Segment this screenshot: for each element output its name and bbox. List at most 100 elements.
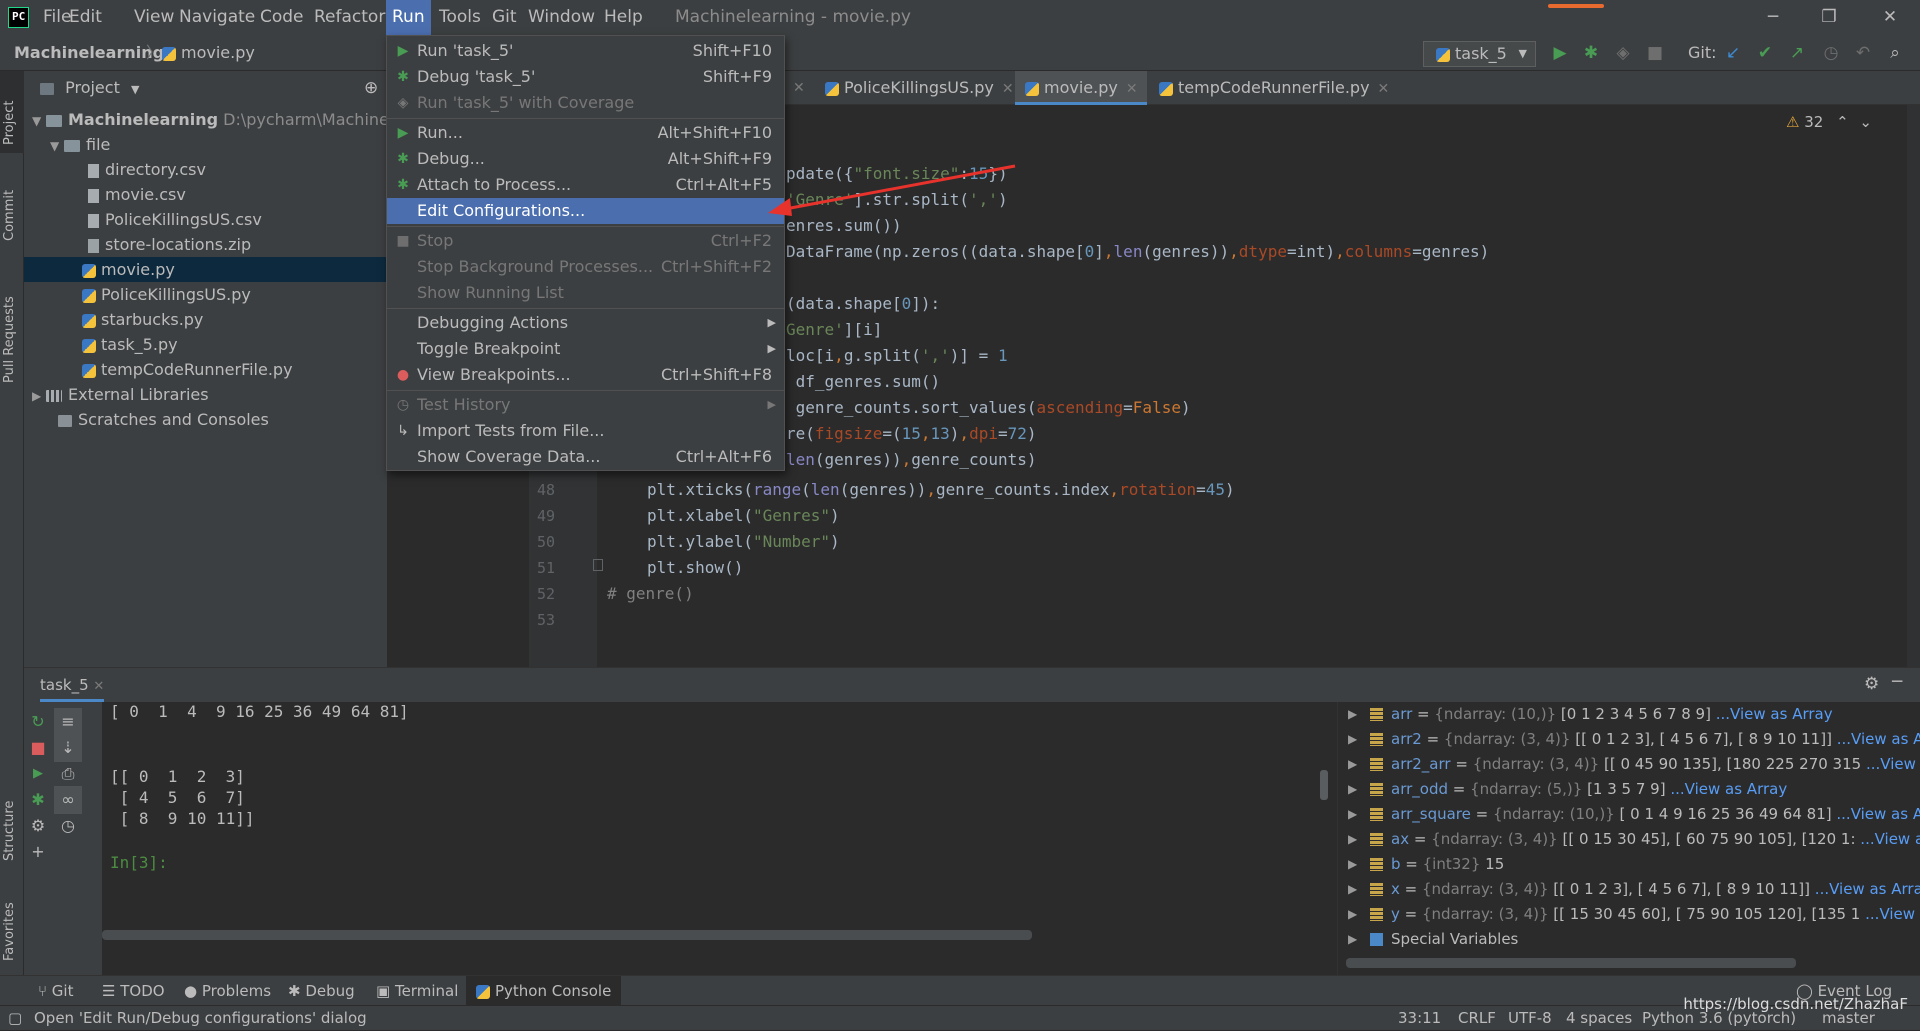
close-tab-icon[interactable]: ✕ bbox=[793, 71, 805, 105]
close-tab-icon[interactable]: ✕ bbox=[1002, 81, 1014, 97]
tool-tab-todo[interactable]: ☰ TODO bbox=[102, 976, 165, 1006]
git-push-icon[interactable]: ↗ bbox=[1786, 42, 1808, 64]
view-as-array-link[interactable]: ...View as Array bbox=[1815, 880, 1920, 898]
add-icon[interactable]: + bbox=[24, 838, 52, 866]
tree-item-file[interactable]: tempCodeRunnerFile.py bbox=[24, 357, 387, 382]
minimize-icon[interactable]: ─ bbox=[1750, 0, 1796, 35]
menu-item-attach[interactable]: ✱ Attach to Process... Ctrl+Alt+F5 bbox=[387, 172, 784, 198]
close-icon[interactable]: ✕ bbox=[1867, 0, 1913, 35]
variable-row[interactable]: ▶ b = {int32} 15 bbox=[1338, 852, 1920, 877]
view-as-array-link[interactable]: ...View as Array bbox=[1860, 830, 1920, 848]
search-icon[interactable]: ⌕ bbox=[1884, 42, 1906, 64]
console-hscrollbar[interactable] bbox=[102, 930, 1032, 940]
side-tab-pull-requests[interactable]: Pull Requests bbox=[2, 263, 22, 383]
git-update-icon[interactable]: ↙ bbox=[1722, 42, 1744, 64]
variable-row[interactable]: ▶ arr_square = {ndarray: (10,)} [ 0 1 4 9… bbox=[1338, 802, 1920, 827]
chevron-right-icon[interactable]: ▶ bbox=[1348, 852, 1357, 877]
chevron-right-icon[interactable]: ▶ bbox=[1348, 927, 1357, 952]
rollback-icon[interactable]: ↶ bbox=[1852, 42, 1874, 64]
tool-tab-debug[interactable]: ✱ Debug bbox=[288, 976, 355, 1006]
settings-icon[interactable]: ⚙ bbox=[24, 812, 52, 840]
variable-row[interactable]: ▶ arr = {ndarray: (10,)} [0 1 2 3 4 5 6 7… bbox=[1338, 702, 1920, 727]
status-panel-icon[interactable]: ▢ bbox=[8, 1006, 22, 1031]
menu-item-debug[interactable]: ✱ Debug... Alt+Shift+F9 bbox=[387, 146, 784, 172]
side-tab-favorites[interactable]: Favorites bbox=[2, 881, 22, 961]
tab-movie[interactable]: movie.py ✕ bbox=[1015, 71, 1147, 105]
close-tab-icon[interactable]: ✕ bbox=[1378, 81, 1390, 97]
tool-tab-python-console[interactable]: Python Console bbox=[466, 976, 622, 1006]
soft-wrap-icon[interactable]: ≡ bbox=[54, 708, 82, 736]
tree-item-file[interactable]: starbucks.py bbox=[24, 307, 387, 332]
tree-item-file[interactable]: store-locations.zip bbox=[24, 232, 387, 257]
variables-hscrollbar[interactable] bbox=[1346, 958, 1796, 968]
menu-tools[interactable]: Tools bbox=[433, 0, 487, 35]
menu-code[interactable]: Code bbox=[254, 0, 310, 35]
menu-edit[interactable]: Edit bbox=[63, 0, 108, 35]
stop-icon[interactable]: ■ bbox=[1644, 42, 1666, 64]
menu-window[interactable]: Window bbox=[522, 0, 601, 35]
chevron-right-icon[interactable]: ▶ bbox=[1348, 752, 1357, 777]
side-tab-structure[interactable]: Structure bbox=[2, 771, 22, 861]
chevron-right-icon[interactable]: ▶ bbox=[1348, 727, 1357, 752]
view-as-array-link[interactable]: ...View as Array bbox=[1837, 730, 1920, 748]
show-variables-icon[interactable]: ∞ bbox=[54, 786, 82, 814]
menu-item-run-coverage[interactable]: ◈ Run 'task_5' with Coverage bbox=[387, 90, 784, 116]
variable-row[interactable]: ▶ y = {ndarray: (3, 4)} [[ 15 30 45 60], … bbox=[1338, 902, 1920, 927]
close-tab-icon[interactable]: ✕ bbox=[1126, 81, 1138, 97]
chevron-down-icon[interactable]: ⌄ bbox=[1859, 113, 1872, 131]
tree-item-external-libraries[interactable]: ▶ External Libraries bbox=[24, 382, 387, 407]
variable-row[interactable]: ▶ x = {ndarray: (3, 4)} [[ 0 1 2 3], [ 4 … bbox=[1338, 877, 1920, 902]
caret-position[interactable]: 33:11 bbox=[1398, 1006, 1441, 1031]
tree-item-file[interactable]: movie.csv bbox=[24, 182, 387, 207]
run-icon[interactable]: ▶ bbox=[24, 760, 52, 788]
breadcrumb-project[interactable]: Machinelearning bbox=[14, 35, 164, 71]
tree-item-file-selected[interactable]: movie.py bbox=[24, 257, 387, 282]
menu-navigate[interactable]: Navigate bbox=[173, 0, 261, 35]
tree-item-scratches[interactable]: Scratches and Consoles bbox=[24, 407, 387, 432]
gear-icon[interactable]: ⚙ bbox=[1864, 674, 1879, 694]
file-encoding[interactable]: UTF-8 bbox=[1508, 1006, 1552, 1031]
chevron-right-icon[interactable]: ▶ bbox=[1348, 902, 1357, 927]
debug-icon[interactable]: ✱ bbox=[24, 786, 52, 814]
view-as-array-link[interactable]: ...View as Array bbox=[1670, 780, 1787, 798]
project-panel-title[interactable]: Project bbox=[65, 78, 120, 97]
console-vscrollbar[interactable] bbox=[1320, 770, 1328, 800]
menu-item-run[interactable]: ▶ Run... Alt+Shift+F10 bbox=[387, 120, 784, 146]
chevron-right-icon[interactable]: ▶ bbox=[1348, 702, 1357, 727]
stop-icon[interactable]: ■ bbox=[24, 734, 52, 762]
run-configuration-select[interactable]: task_5 ▼ bbox=[1423, 41, 1536, 67]
menu-item-test-history[interactable]: ◷ Test History ▶ bbox=[387, 392, 784, 418]
tree-item-folder[interactable]: ▼ file bbox=[24, 132, 387, 157]
close-tab-icon[interactable]: ✕ bbox=[93, 679, 104, 694]
variable-row[interactable]: ▶ ax = {ndarray: (3, 4)} [[ 0 15 30 45], … bbox=[1338, 827, 1920, 852]
menu-item-run-task[interactable]: ▶ Run 'task_5' Shift+F10 bbox=[387, 38, 784, 64]
variable-row[interactable]: ▶ arr2_arr = {ndarray: (3, 4)} [[ 0 45 90… bbox=[1338, 752, 1920, 777]
breadcrumb-file[interactable]: movie.py bbox=[162, 35, 255, 71]
menu-item-debugging-actions[interactable]: Debugging Actions ▶ bbox=[387, 310, 784, 336]
side-tab-project[interactable]: Project bbox=[2, 81, 22, 145]
tree-item-file[interactable]: PoliceKillingsUS.csv bbox=[24, 207, 387, 232]
rerun-icon[interactable]: ↻ bbox=[24, 708, 52, 736]
menu-help[interactable]: Help bbox=[598, 0, 649, 35]
tab-console-task[interactable]: task_5 ✕ bbox=[40, 668, 105, 702]
tool-tab-problems[interactable]: ● Problems bbox=[184, 976, 271, 1006]
menu-item-toggle-breakpoint[interactable]: Toggle Breakpoint ▶ bbox=[387, 336, 784, 362]
tree-item-file[interactable]: PoliceKillingsUS.py bbox=[24, 282, 387, 307]
restore-icon[interactable]: ❐ bbox=[1806, 0, 1852, 35]
debug-icon[interactable]: ✱ bbox=[1580, 42, 1602, 64]
variable-row[interactable]: ▶ arr2 = {ndarray: (3, 4)} [[ 0 1 2 3], [… bbox=[1338, 727, 1920, 752]
special-variables-row[interactable]: ▶ Special Variables bbox=[1338, 927, 1920, 952]
warnings-indicator[interactable]: ⚠ 32 ⌃ ⌄ bbox=[1786, 113, 1872, 131]
menu-git[interactable]: Git bbox=[486, 0, 523, 35]
chevron-right-icon[interactable]: ▶ bbox=[1348, 827, 1357, 852]
view-as-array-link[interactable]: ...View as Array bbox=[1866, 755, 1920, 773]
run-icon[interactable]: ▶ bbox=[1549, 42, 1571, 64]
coverage-icon[interactable]: ◈ bbox=[1612, 42, 1634, 64]
hide-icon[interactable]: ─ bbox=[1892, 672, 1902, 692]
scroll-to-end-icon[interactable]: ⇣ bbox=[54, 734, 82, 762]
menu-item-show-coverage[interactable]: Show Coverage Data... Ctrl+Alt+F6 bbox=[387, 444, 784, 470]
chevron-right-icon[interactable]: ▶ bbox=[1348, 877, 1357, 902]
console-output[interactable]: [ 0 1 4 9 16 25 36 49 64 81] [[ 0 1 2 3]… bbox=[102, 702, 1332, 976]
tree-item-file[interactable]: task_5.py bbox=[24, 332, 387, 357]
tool-tab-git[interactable]: ⑂ Git bbox=[38, 976, 73, 1006]
